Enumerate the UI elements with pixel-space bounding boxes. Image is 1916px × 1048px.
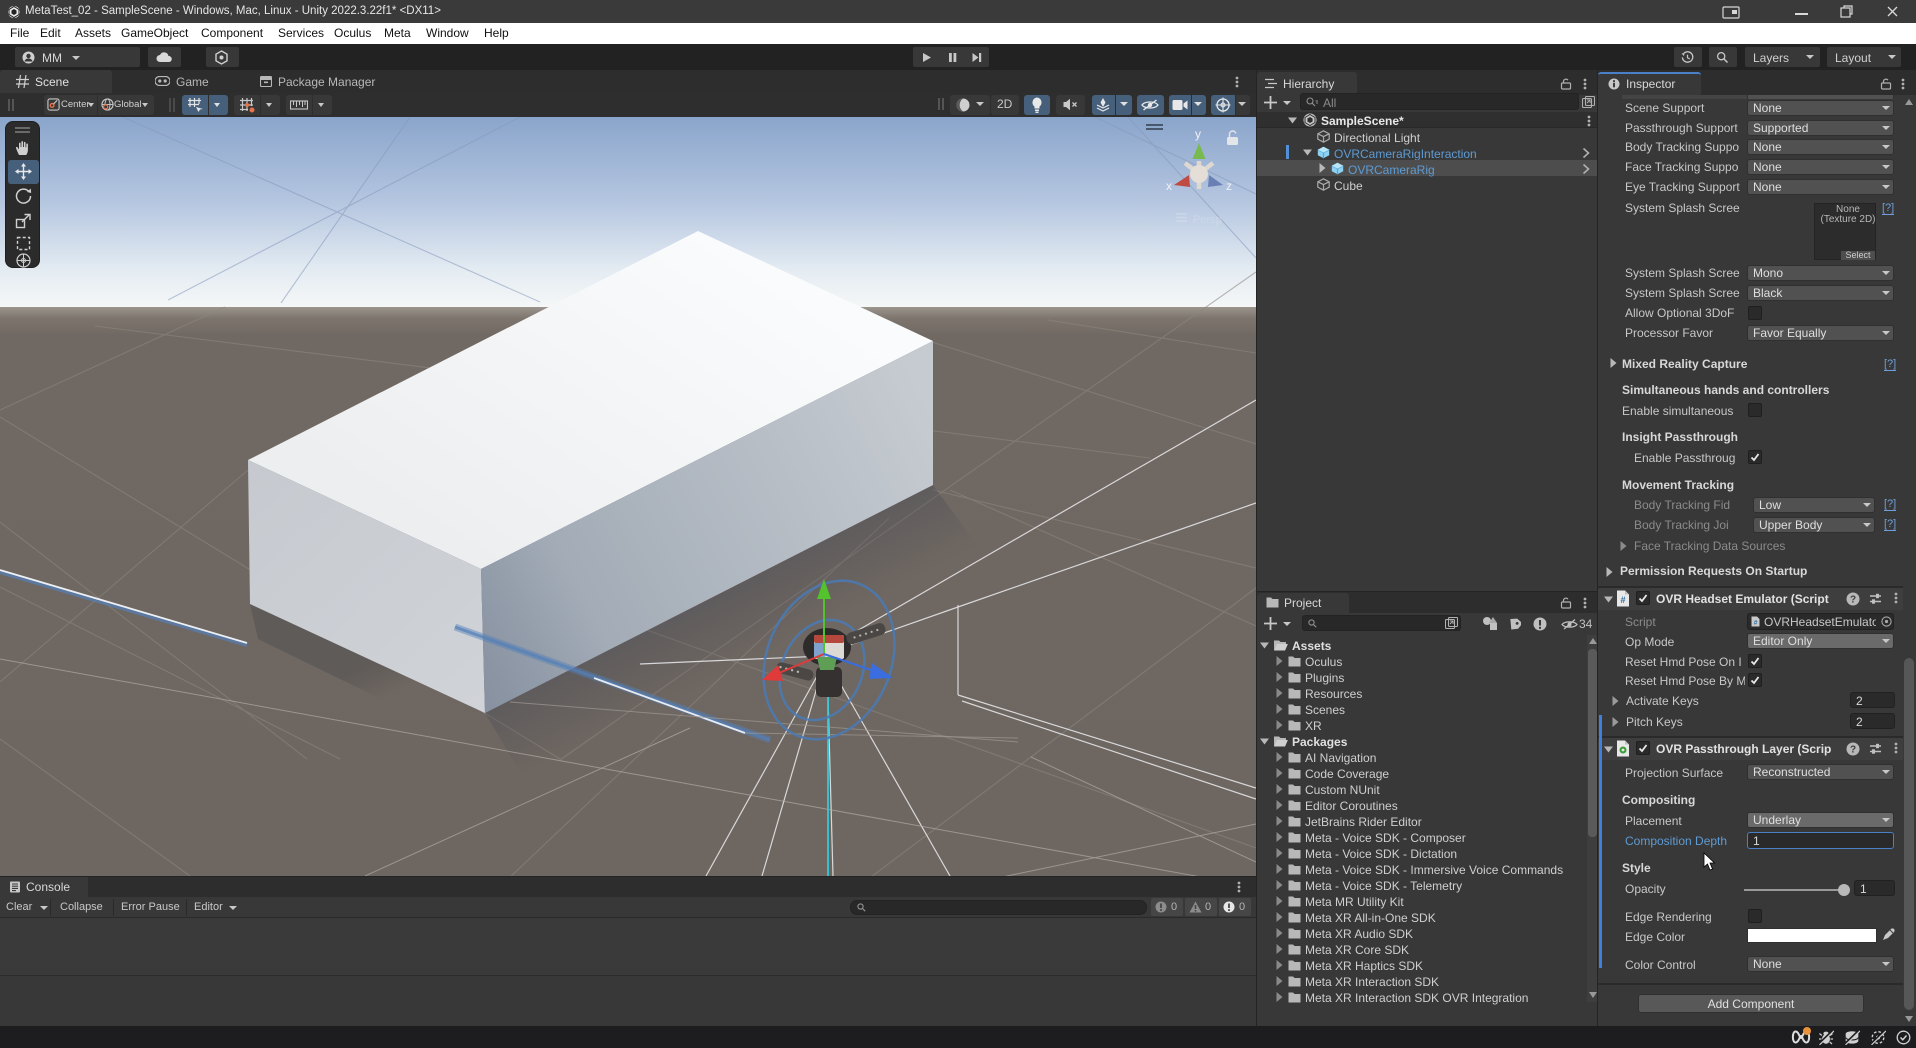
svg-text:y: y (1195, 127, 1201, 141)
svg-text:x: x (1166, 179, 1172, 193)
svg-text:Persp: Persp (1193, 214, 1222, 226)
svg-text:?: ? (1850, 745, 1856, 756)
svg-text:#: # (1620, 595, 1625, 605)
svg-text:z: z (1226, 179, 1232, 193)
svg-text:#: # (1754, 620, 1758, 627)
svg-text:?: ? (1850, 595, 1856, 606)
